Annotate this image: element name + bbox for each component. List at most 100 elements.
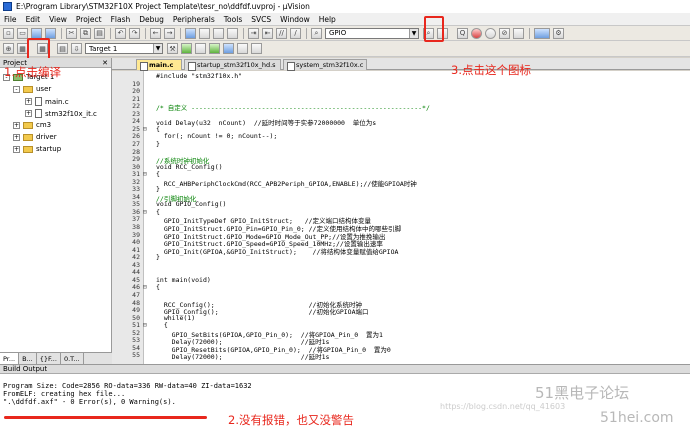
- clear-bookmarks-icon[interactable]: [227, 27, 238, 39]
- tab-project[interactable]: Pr...: [0, 353, 20, 364]
- watermark-forum: 51黑电子论坛: [535, 384, 630, 402]
- code-line: Delay(72000); //延时1s: [156, 353, 330, 362]
- search-combo[interactable]: GPIO ▼: [325, 27, 419, 39]
- tree-item-driver[interactable]: + driver: [13, 133, 57, 141]
- tab-books[interactable]: B...: [19, 353, 37, 364]
- c-file-icon: [35, 97, 42, 106]
- disable-all-breakpoints-icon[interactable]: [513, 27, 524, 39]
- save-all-icon[interactable]: [45, 27, 56, 39]
- code-line: for(; nCount != 0; nCount--);: [156, 132, 278, 141]
- kill-breakpoints-icon[interactable]: ⊘: [499, 27, 510, 39]
- menu-project[interactable]: Project: [76, 15, 102, 24]
- tree-item-label: main.c: [45, 97, 69, 106]
- tree-expander[interactable]: +: [25, 98, 32, 105]
- uncomment-icon[interactable]: /: [290, 27, 301, 39]
- fold-toggle-icon[interactable]: ⊟: [143, 321, 147, 329]
- target-select[interactable]: Target 1 ▼: [85, 43, 163, 54]
- copy-icon[interactable]: ⧉: [80, 27, 91, 39]
- tree-item-stm32f10x-it-c[interactable]: + stm32f10x_it.c: [25, 109, 97, 118]
- books-icon[interactable]: [251, 43, 262, 54]
- code-line: void RCC_Config(): [156, 162, 223, 171]
- build-toolbar: ⊕ ▦ ▦ ▤ ⇩ Target 1 ▼ ⚒: [0, 41, 690, 57]
- comment-icon[interactable]: //: [276, 27, 287, 39]
- folder-icon: [23, 133, 33, 141]
- tab-main-c[interactable]: main.c: [136, 59, 182, 71]
- configure-icon[interactable]: ⚙: [553, 27, 564, 39]
- find-in-files-icon[interactable]: ⌕: [311, 27, 322, 39]
- fold-toggle-icon[interactable]: ⊟: [143, 170, 147, 178]
- debug-session-icon[interactable]: Q: [457, 27, 468, 39]
- menu-debug[interactable]: Debug: [139, 15, 164, 24]
- fold-toggle-icon[interactable]: ⊟: [143, 208, 147, 216]
- disable-breakpoint-icon[interactable]: [485, 27, 496, 39]
- undo-icon[interactable]: ↶: [115, 27, 126, 39]
- search-combo-value: GPIO: [329, 29, 347, 37]
- menu-svcs[interactable]: SVCS: [251, 15, 271, 24]
- tree-expander[interactable]: +: [13, 145, 20, 153]
- run-time-environment-icon[interactable]: [237, 43, 248, 54]
- open-file-icon[interactable]: ▭: [17, 27, 28, 39]
- toolbar-separator: [61, 27, 62, 39]
- download-icon[interactable]: ⇩: [71, 43, 82, 54]
- tree-item-main-c[interactable]: + main.c: [25, 97, 69, 106]
- menu-edit[interactable]: Edit: [26, 15, 41, 24]
- tab-system-c[interactable]: system_stm32f10x.c: [283, 59, 367, 71]
- menu-window[interactable]: Window: [280, 15, 310, 24]
- prev-bookmark-icon[interactable]: [199, 27, 210, 39]
- tree-expander[interactable]: +: [25, 110, 32, 117]
- tab-startup-s[interactable]: startup_stm32f10x_hd.s: [184, 59, 281, 71]
- tree-item-startup[interactable]: + startup: [13, 145, 61, 153]
- build-output-line: Program Size: Code=2856 RO-data=336 RW-d…: [3, 382, 252, 390]
- menu-bar: File Edit View Project Flash Debug Perip…: [0, 13, 690, 26]
- nav-back-icon[interactable]: ←: [150, 27, 161, 39]
- fold-toggle-icon[interactable]: ⊟: [143, 283, 147, 291]
- menu-view[interactable]: View: [49, 15, 67, 24]
- cut-icon[interactable]: ✂: [66, 27, 77, 39]
- menu-peripherals[interactable]: Peripherals: [173, 15, 215, 24]
- code-line: void Delay(u32 nCount) //延时时间等于实参7200000…: [156, 119, 377, 128]
- fold-toggle-icon[interactable]: ⊟: [143, 125, 147, 133]
- tree-item-user[interactable]: - user: [13, 85, 51, 93]
- window-layout-icon[interactable]: [534, 27, 550, 39]
- menu-flash[interactable]: Flash: [111, 15, 131, 24]
- tree-expander[interactable]: -: [13, 85, 20, 93]
- menu-tools[interactable]: Tools: [224, 15, 242, 24]
- menu-file[interactable]: File: [4, 15, 17, 24]
- redo-icon[interactable]: ↷: [129, 27, 140, 39]
- tree-expander[interactable]: +: [13, 121, 20, 129]
- menu-help[interactable]: Help: [319, 15, 336, 24]
- tree-expander[interactable]: +: [13, 133, 20, 141]
- tab-templates[interactable]: 0.T...: [61, 353, 84, 364]
- next-bookmark-icon[interactable]: [213, 27, 224, 39]
- breakpoint-icon[interactable]: [471, 27, 482, 39]
- tree-item-label: cm3: [36, 121, 52, 129]
- watermark-blog-url: https://blog.csdn.net/qq_41603: [440, 402, 566, 411]
- select-software-packs-icon[interactable]: [209, 43, 220, 54]
- toolbar-separator: [110, 27, 111, 39]
- batch-build-icon[interactable]: ▤: [57, 43, 68, 54]
- manage-components-icon[interactable]: [195, 43, 206, 54]
- translate-icon[interactable]: ⊕: [3, 43, 14, 54]
- uvision-app-icon: [3, 2, 12, 11]
- manage-project-items-icon[interactable]: [181, 43, 192, 54]
- new-file-icon[interactable]: ▫: [3, 27, 14, 39]
- chevron-down-icon[interactable]: ▼: [409, 28, 418, 38]
- close-icon[interactable]: ✕: [102, 58, 108, 68]
- indent-icon[interactable]: ⇥: [248, 27, 259, 39]
- save-icon[interactable]: [31, 27, 42, 39]
- target-select-value: Target 1: [89, 44, 118, 53]
- tree-item-label: driver: [36, 133, 57, 141]
- bookmark-icon[interactable]: [185, 27, 196, 39]
- unindent-icon[interactable]: ⇤: [262, 27, 273, 39]
- title-bar: E:\Program Library\STM32F10X Project Tem…: [0, 0, 690, 13]
- tab-functions[interactable]: {}F...: [37, 353, 61, 364]
- paste-icon[interactable]: ▤: [94, 27, 105, 39]
- build-output-title: Build Output: [0, 364, 690, 374]
- annotation-step2: 2.没有报错，也又没警告: [228, 413, 354, 427]
- chevron-down-icon[interactable]: ▼: [153, 44, 162, 53]
- tree-item-cm3[interactable]: + cm3: [13, 121, 51, 129]
- nav-forward-icon[interactable]: →: [164, 27, 175, 39]
- annotation-step3: 3.点击这个图标: [451, 63, 531, 77]
- target-options-icon[interactable]: ⚒: [167, 43, 178, 54]
- pack-installer-icon[interactable]: [223, 43, 234, 54]
